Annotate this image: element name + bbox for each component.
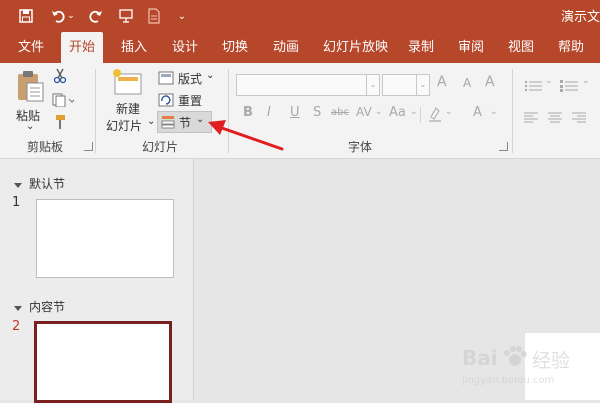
italic-button[interactable]: I <box>267 105 271 120</box>
shadow-button[interactable]: S <box>313 105 321 120</box>
ribbon-divider <box>228 69 229 153</box>
chevron-down-icon[interactable]: ⌄ <box>490 107 498 117</box>
new-slide-button[interactable]: 新建 幻灯片 ⌄ <box>104 68 156 134</box>
slide-thumbnail[interactable] <box>36 199 174 278</box>
section-icon <box>161 116 175 129</box>
new-slide-label-line1: 新建 <box>116 102 141 116</box>
reset-label: 重置 <box>178 94 203 108</box>
highlight-icon[interactable] <box>428 106 442 126</box>
tab-view[interactable]: 视图 <box>500 32 542 63</box>
align-center-icon[interactable] <box>548 109 562 128</box>
section-button[interactable]: 节 ⌄ <box>157 111 212 133</box>
window-title: 演示文 <box>560 10 600 25</box>
section-caret: ⌄ <box>196 114 205 125</box>
tab-design[interactable]: 设计 <box>164 32 206 63</box>
new-slide-label-line2: 幻灯片 <box>106 119 143 133</box>
clear-format-icon[interactable]: A <box>485 74 495 90</box>
tab-review[interactable]: 审阅 <box>450 32 492 63</box>
tab-home[interactable]: 开始 <box>61 32 104 63</box>
title-bar: ⌄ ⌄ 演示文 <box>0 0 600 32</box>
watermark-sub: 经验 <box>532 350 571 372</box>
section-header-default[interactable]: 默认节 <box>29 175 65 192</box>
ribbon-home: 粘贴 ⌄ 剪贴板 新建 幻灯片 ⌄ 版式 ⌄ 重置 节 ⌄ 幻灯片 ⌄ ⌄ A … <box>0 63 600 159</box>
chevron-down-icon[interactable]: ⌄ <box>375 107 383 117</box>
paste-caret: ⌄ <box>26 121 35 132</box>
strikethrough-button[interactable]: abc <box>331 107 349 118</box>
chevron-down-icon: ⌄ <box>416 75 429 95</box>
bullets-icon[interactable] <box>524 77 544 96</box>
font-name-combo[interactable]: ⌄ <box>236 74 380 96</box>
format-painter-icon[interactable] <box>53 114 67 134</box>
align-right-icon[interactable] <box>572 109 586 128</box>
reset-button[interactable]: 重置 <box>158 91 208 109</box>
font-group-label: 字体 <box>347 140 372 154</box>
slides-group-label: 幻灯片 <box>141 140 178 154</box>
copy-icon[interactable] <box>52 92 76 111</box>
customize-toolbar-icon[interactable]: ⌄ <box>172 6 192 26</box>
slide-number: 1 <box>12 195 21 210</box>
section-label: 节 <box>179 116 192 130</box>
tab-help[interactable]: 帮助 <box>550 32 592 63</box>
slide-thumbnail-selected[interactable] <box>34 321 172 403</box>
chevron-down-icon: ⌄ <box>366 75 379 95</box>
tab-animations[interactable]: 动画 <box>265 32 307 63</box>
present-from-start-icon[interactable] <box>116 6 136 26</box>
layout-caret: ⌄ <box>206 70 215 81</box>
tab-record[interactable]: 录制 <box>400 32 442 63</box>
font-launcher-icon[interactable] <box>499 142 508 151</box>
chevron-down-icon[interactable]: ⌄ <box>410 107 418 117</box>
new-slide-icon <box>113 69 142 95</box>
cut-icon[interactable] <box>53 68 67 88</box>
tab-slideshow[interactable]: 幻灯片放映 <box>315 32 396 63</box>
save-icon[interactable] <box>16 6 36 26</box>
section-header-content[interactable]: 内容节 <box>29 298 65 315</box>
new-slide-caret: ⌄ <box>147 116 156 127</box>
underline-button[interactable]: U <box>290 105 300 120</box>
undo-icon[interactable] <box>48 6 68 26</box>
char-spacing-button[interactable]: AV <box>356 105 372 119</box>
grow-font-icon[interactable]: A <box>437 74 447 90</box>
new-document-icon[interactable] <box>144 6 164 26</box>
tab-insert[interactable]: 插入 <box>113 32 155 63</box>
change-case-button[interactable]: Aa <box>389 105 406 120</box>
font-size-combo[interactable]: ⌄ <box>382 74 430 96</box>
redo-icon[interactable] <box>86 6 106 26</box>
layout-button[interactable]: 版式 ⌄ <box>158 69 218 87</box>
chevron-down-icon[interactable]: ⌄ <box>545 76 553 86</box>
ribbon-tabs: 文件 开始 插入 设计 切换 动画 幻灯片放映 录制 审阅 视图 帮助 <box>0 32 600 63</box>
watermark-logo: Bai 经验 jingyan.baidu.com <box>462 342 592 392</box>
ribbon-divider <box>420 107 421 123</box>
paw-icon <box>504 346 527 366</box>
slide-number: 2 <box>12 319 21 334</box>
bold-button[interactable]: B <box>243 105 253 120</box>
shrink-font-icon[interactable]: A <box>463 76 471 90</box>
collapse-section-icon[interactable] <box>14 306 22 311</box>
tab-file[interactable]: 文件 <box>10 32 52 63</box>
watermark-url: jingyan.baidu.com <box>462 375 555 386</box>
chevron-down-icon[interactable]: ⌄ <box>445 107 453 117</box>
layout-icon <box>158 71 174 85</box>
clipboard-launcher-icon[interactable] <box>84 142 93 151</box>
ribbon-divider <box>512 69 513 153</box>
paste-icon <box>18 71 44 102</box>
slides-panel[interactable]: 默认节 1 内容节 2 <box>0 159 194 403</box>
align-left-icon[interactable] <box>524 109 538 128</box>
tab-transitions[interactable]: 切换 <box>214 32 256 63</box>
layout-label: 版式 <box>178 72 203 86</box>
reset-icon <box>158 93 174 107</box>
chevron-down-icon[interactable]: ⌄ <box>582 76 590 86</box>
collapse-section-icon[interactable] <box>14 183 22 188</box>
ribbon-divider <box>95 69 96 153</box>
numbering-icon[interactable] <box>560 77 580 96</box>
undo-dropdown-icon[interactable]: ⌄ <box>66 6 76 26</box>
clipboard-group-label: 剪贴板 <box>26 140 63 154</box>
paste-button[interactable]: 粘贴 ⌄ <box>12 69 48 133</box>
watermark-brand: Bai <box>462 346 498 370</box>
font-color-button[interactable]: A <box>473 105 482 120</box>
